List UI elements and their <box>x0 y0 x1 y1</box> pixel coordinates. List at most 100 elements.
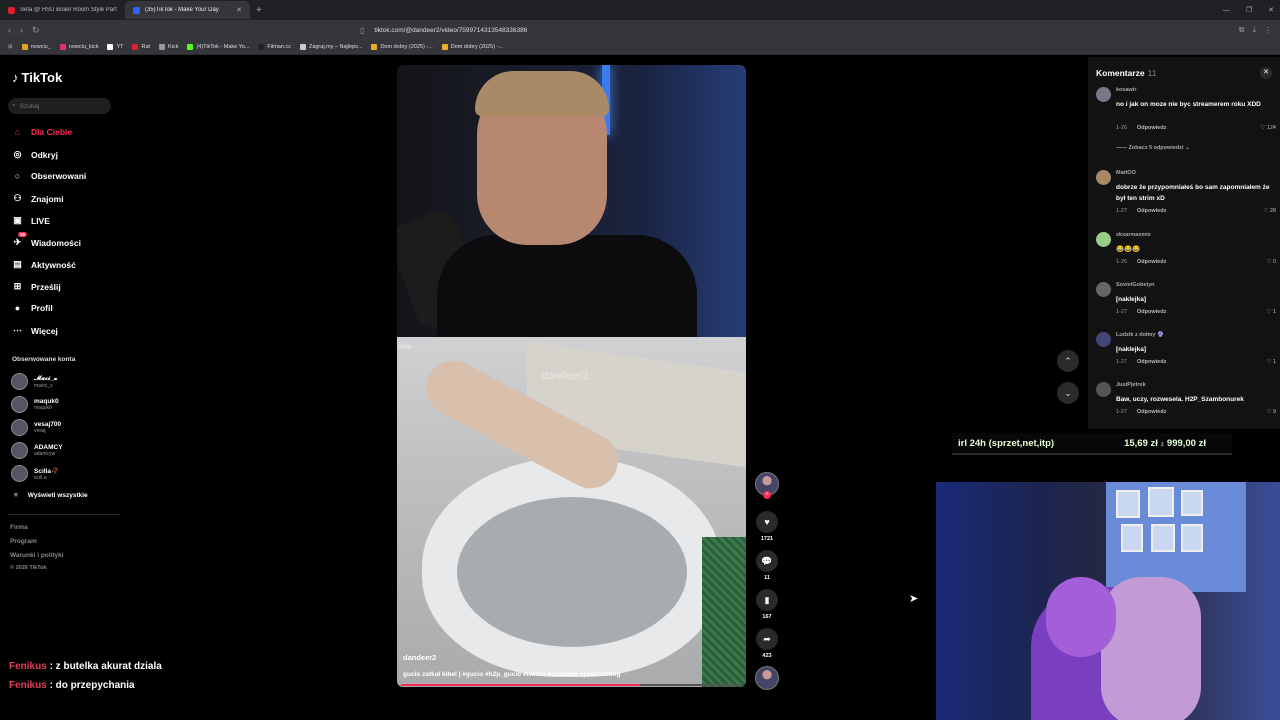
sidebar-item-live[interactable]: ▣ LIVE <box>12 215 50 226</box>
forward-icon[interactable]: › <box>20 25 23 36</box>
footer-link-program[interactable]: Program <box>10 538 37 545</box>
footer-link-company[interactable]: Firma <box>10 524 28 531</box>
minimize-icon[interactable]: — <box>1223 7 1230 14</box>
music-disc-button[interactable] <box>755 666 779 690</box>
view-replies-button[interactable]: —— Zobacz 5 odpowiedzi ⌄ <box>1116 145 1190 151</box>
avatar[interactable] <box>1096 282 1111 297</box>
avatar[interactable] <box>1096 170 1111 185</box>
previous-video-button[interactable]: ⌃ <box>1057 350 1079 372</box>
reply-button[interactable]: Odpowiedz <box>1137 309 1166 315</box>
bookmark-item[interactable]: Filman.cc <box>258 44 291 50</box>
sidebar-item-label: Profil <box>31 303 53 313</box>
comment-like-button[interactable]: ♡ 1 <box>1266 309 1276 315</box>
followed-account[interactable]: maquk0 maquk0 <box>11 396 59 413</box>
comment-like-count: 124 <box>1266 125 1276 131</box>
comment-like-button[interactable]: ♡ 9 <box>1266 409 1276 415</box>
avatar[interactable] <box>1096 232 1111 247</box>
next-video-button[interactable]: ⌄ <box>1057 382 1079 404</box>
video-player[interactable]: dandeer2 ottle dandeer2 gucio zatkał kib… <box>397 65 746 687</box>
new-tab-button[interactable]: + <box>250 5 268 16</box>
followed-account[interactable]: ADAMCY adamcyai <box>11 442 63 459</box>
avatar[interactable] <box>1096 87 1111 102</box>
sidebar-item-znajomi[interactable]: ⚇ Znajomi <box>12 193 63 204</box>
avatar[interactable] <box>1096 382 1111 397</box>
bookmark-item[interactable]: nowciu_kick <box>59 44 98 50</box>
browser-tab-active[interactable]: (35)TikTok - Make Your Day ✕ <box>125 1 250 19</box>
bookmark-item[interactable]: Zagraj.my – Najleps... <box>299 44 362 50</box>
close-window-icon[interactable]: ✕ <box>1268 6 1274 14</box>
bookmark-favicon-icon <box>299 44 306 50</box>
sidebar-item-aktywność[interactable]: ▤ Aktywność <box>12 259 76 270</box>
bookmark-favicon-icon <box>187 44 194 50</box>
bookmark-icon[interactable]: ▯ <box>360 26 364 35</box>
reply-button[interactable]: Odpowiedz <box>1137 359 1166 365</box>
bookmark-item[interactable]: Rat <box>132 44 150 50</box>
window-controls: — ❐ ✕ <box>1223 0 1274 20</box>
author-avatar-button[interactable]: + <box>755 472 779 499</box>
comment-user[interactable]: xkxarmaxmix <box>1116 232 1151 238</box>
followed-account[interactable]: vesaj700 vesaj <box>11 419 61 436</box>
video-progress-bar[interactable] <box>401 684 742 686</box>
comment-icon: 💬 <box>756 550 778 572</box>
video-toilet-scene: dandeer2 ottle <box>397 337 746 687</box>
reply-button[interactable]: Odpowiedz <box>1137 409 1166 415</box>
comment-user[interactable]: SovietGobelyn <box>1116 282 1155 288</box>
comment-like-button[interactable]: ♡ 124 <box>1260 125 1276 131</box>
follow-plus-icon[interactable]: + <box>763 491 771 499</box>
comment-like-button[interactable]: ♡ 1 <box>1266 359 1276 365</box>
show-all-button[interactable]: ≡ Wyświetl wszystkie <box>14 492 88 499</box>
sidebar-item-prześlij[interactable]: ⊞ Prześlij <box>12 281 61 292</box>
apps-icon[interactable]: ⊞ <box>8 44 13 50</box>
bookmark-label: Filman.cc <box>267 44 291 50</box>
bookmark-item[interactable]: nowciu_ <box>21 44 51 50</box>
copyright: © 2026 TikTok <box>10 565 47 571</box>
extension-icon[interactable]: ⧉ <box>1239 25 1245 35</box>
sidebar-item-obserwowani[interactable]: ○ Obserwowani <box>12 171 86 181</box>
reply-button[interactable]: Odpowiedz <box>1137 259 1166 265</box>
bookmark-item[interactable]: Dom dobry (2025) -... <box>371 44 433 50</box>
comment-user[interactable]: kosawir <box>1116 87 1136 93</box>
browser-tab[interactable]: Sefa @ HSU Boiler Room Style Party <box>0 1 125 19</box>
download-icon[interactable]: ⤓ <box>1252 25 1256 35</box>
maximize-icon[interactable]: ❐ <box>1246 6 1252 14</box>
sidebar-item-profil[interactable]: ● Profil <box>12 303 53 313</box>
followed-account[interactable]: 𝓜𝓪𝓬𝓲_𝔁 maeci_x <box>11 373 57 390</box>
bookmark-item[interactable]: Dom dobry (2025) -... <box>441 44 503 50</box>
goal-target: 999,00 zł <box>1166 437 1206 449</box>
comment-user[interactable]: Ludzik z dołmy 🔮 <box>1116 332 1164 338</box>
sidebar-item-więcej[interactable]: ⋯ Więcej <box>12 325 58 336</box>
comment-date: 1-27 <box>1116 208 1128 214</box>
like-button[interactable]: ♥ 1721 <box>755 511 779 542</box>
video-author[interactable]: dandeer2 <box>403 653 436 662</box>
share-button[interactable]: ➦ 423 <box>755 628 779 659</box>
reload-icon[interactable]: ↻ <box>32 25 40 36</box>
close-comments-icon[interactable]: ✕ <box>1260 67 1272 79</box>
avatar[interactable] <box>1096 332 1111 347</box>
comment-like-button[interactable]: ♡ 0 <box>1266 259 1276 265</box>
chat-message: Fenikus : do przepychania <box>9 680 135 691</box>
reply-button[interactable]: Odpowiedz <box>1137 125 1166 131</box>
comment-user[interactable]: MattOO <box>1116 170 1136 176</box>
sidebar-item-wiadomości[interactable]: ✈ 35 Wiadomości <box>12 232 81 248</box>
close-tab-icon[interactable]: ✕ <box>236 6 242 14</box>
reply-button[interactable]: Odpowiedz <box>1137 208 1166 214</box>
url-field[interactable]: tiktok.com/@dandeer2/video/7599714313548… <box>374 27 527 34</box>
sidebar-item-odkryj[interactable]: ◎ Odkryj <box>12 149 58 160</box>
comment-date: 1-26 <box>1116 259 1128 265</box>
search-input[interactable]: ⌕ Szukaj <box>8 98 111 114</box>
menu-icon[interactable]: ⋮ <box>1264 26 1272 35</box>
back-icon[interactable]: ‹ <box>8 25 11 36</box>
tiktok-logo[interactable]: ♪ TikTok <box>12 70 62 85</box>
comment-user[interactable]: JustPjetrek <box>1116 382 1146 388</box>
followed-account[interactable]: Scilla🥀 scill.a <box>11 465 59 482</box>
comment-like-button[interactable]: ♡ 28 <box>1263 208 1276 214</box>
bookmark-item[interactable]: Kick <box>159 44 178 50</box>
save-button[interactable]: ▮ 167 <box>755 589 779 620</box>
comment-button[interactable]: 💬 11 <box>755 550 779 581</box>
bookmark-item[interactable]: YT <box>107 44 123 50</box>
chat-text: : z butelka akurat dziala <box>49 661 162 672</box>
bookmark-item[interactable]: (4)TikTok - Make Yo... <box>187 44 249 50</box>
footer-link-terms[interactable]: Warunki i polityki <box>10 552 64 559</box>
sidebar-item-dla-ciebie[interactable]: ⌂ Dla Ciebie <box>12 127 72 137</box>
list-icon: ≡ <box>14 492 18 499</box>
